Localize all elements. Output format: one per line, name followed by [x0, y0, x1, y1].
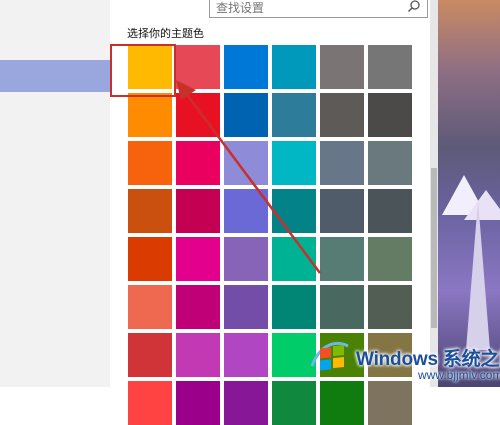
color-swatch[interactable]	[368, 93, 412, 137]
color-swatch[interactable]	[224, 189, 268, 233]
color-swatch[interactable]	[128, 333, 172, 377]
color-swatch[interactable]	[176, 45, 220, 89]
color-swatch[interactable]	[224, 285, 268, 329]
settings-sidebar	[0, 0, 110, 387]
color-swatch[interactable]	[176, 381, 220, 425]
windows-logo-icon	[310, 342, 349, 371]
color-swatch[interactable]	[176, 93, 220, 137]
color-swatch[interactable]	[320, 93, 364, 137]
color-swatch[interactable]	[128, 285, 172, 329]
color-swatch[interactable]	[128, 93, 172, 137]
search-box[interactable]	[209, 0, 428, 18]
color-swatch[interactable]	[176, 141, 220, 185]
color-swatch[interactable]	[176, 237, 220, 281]
color-swatch[interactable]	[320, 285, 364, 329]
color-swatch[interactable]	[368, 189, 412, 233]
color-swatch[interactable]	[368, 381, 412, 425]
color-swatch[interactable]	[368, 45, 412, 89]
color-swatch[interactable]	[272, 141, 316, 185]
color-swatch[interactable]	[272, 381, 316, 425]
color-swatch[interactable]	[128, 381, 172, 425]
color-swatch[interactable]	[320, 189, 364, 233]
search-input[interactable]	[216, 0, 396, 16]
sidebar-item-personalization[interactable]	[0, 60, 110, 92]
watermark-title: Windows 系统之家	[356, 349, 500, 370]
color-swatch[interactable]	[224, 381, 268, 425]
color-swatch[interactable]	[320, 141, 364, 185]
color-swatch[interactable]	[368, 285, 412, 329]
color-swatch[interactable]	[176, 285, 220, 329]
color-swatch[interactable]	[128, 237, 172, 281]
color-swatch[interactable]	[320, 45, 364, 89]
color-swatch[interactable]	[128, 141, 172, 185]
search-icon[interactable]	[407, 0, 421, 13]
color-swatch[interactable]	[224, 141, 268, 185]
color-swatch[interactable]	[368, 237, 412, 281]
color-swatch[interactable]	[224, 45, 268, 89]
color-swatch[interactable]	[272, 189, 316, 233]
color-swatch[interactable]	[224, 237, 268, 281]
theme-color-title: 选择你的主题色	[127, 28, 204, 40]
color-swatch[interactable]	[368, 141, 412, 185]
color-swatch[interactable]	[224, 333, 268, 377]
watermark-url: www.bjjmlv.com	[418, 368, 500, 382]
color-swatch[interactable]	[128, 189, 172, 233]
color-swatch[interactable]	[320, 381, 364, 425]
color-swatch[interactable]	[272, 237, 316, 281]
color-swatch[interactable]	[272, 285, 316, 329]
color-swatch[interactable]	[272, 93, 316, 137]
color-swatch[interactable]	[320, 237, 364, 281]
color-swatch[interactable]	[176, 189, 220, 233]
scrollbar-thumb[interactable]	[431, 168, 437, 328]
watermark: Windows 系统之家 www.bjjmlv.com	[298, 326, 500, 387]
color-swatch[interactable]	[176, 333, 220, 377]
color-swatch[interactable]	[272, 45, 316, 89]
color-swatch[interactable]	[224, 93, 268, 137]
color-swatch[interactable]	[128, 45, 172, 89]
